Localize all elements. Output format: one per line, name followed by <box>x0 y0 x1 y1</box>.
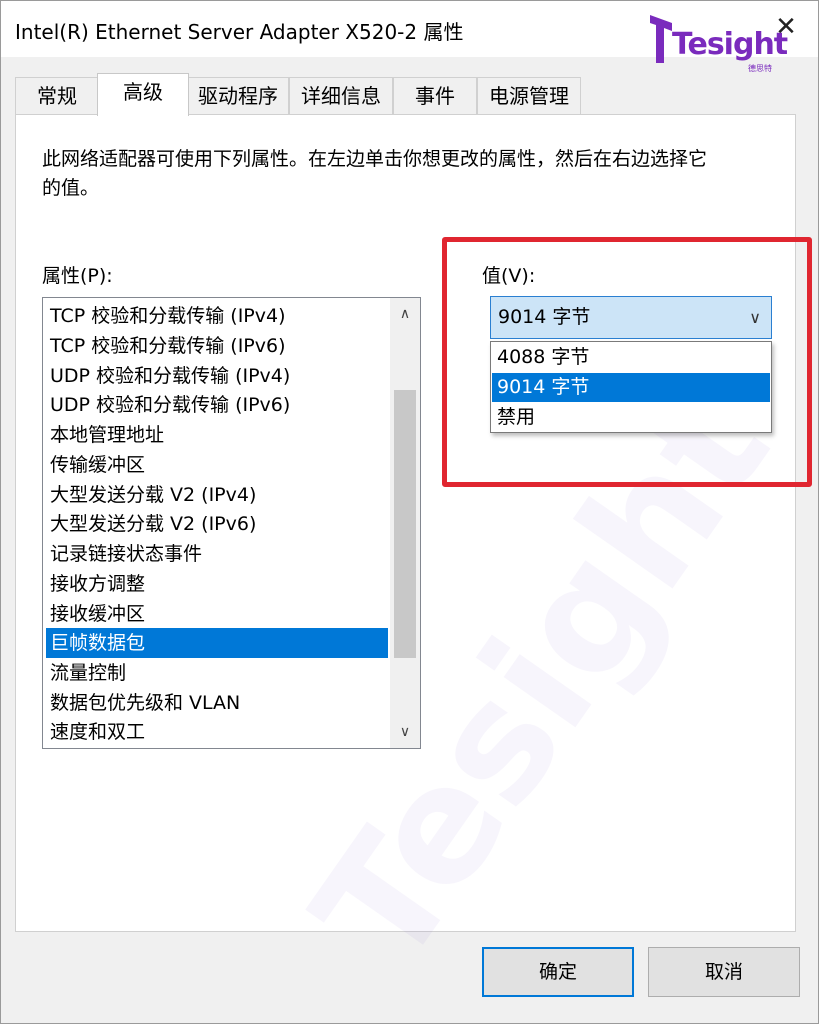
list-item[interactable]: 大型发送分载 V2 (IPv4) <box>46 480 388 510</box>
list-item[interactable]: 接收缓冲区 <box>46 599 388 629</box>
close-button[interactable]: ✕ <box>761 7 811 47</box>
tab-general[interactable]: 常规 <box>15 77 99 115</box>
list-item[interactable]: TCP 校验和分载传输 (IPv4) <box>46 301 388 331</box>
advanced-panel: Tesight 此网络适配器可使用下列属性。在左边单击你想更改的属性，然后在右边… <box>15 114 812 999</box>
list-item[interactable]: 接收方调整 <box>46 569 388 599</box>
tab-driver[interactable]: 驱动程序 <box>187 77 289 115</box>
scroll-thumb[interactable] <box>394 390 416 658</box>
tab-bar: 常规 高级 驱动程序 详细信息 事件 电源管理 <box>15 73 795 116</box>
cancel-button[interactable]: 取消 <box>648 947 800 997</box>
ok-button[interactable]: 确定 <box>482 947 634 997</box>
list-item-selected[interactable]: 巨帧数据包 <box>46 628 388 658</box>
tab-details[interactable]: 详细信息 <box>289 77 393 115</box>
list-item[interactable]: UDP 校验和分载传输 (IPv4) <box>46 361 388 391</box>
list-item[interactable]: 大型发送分载 V2 (IPv6) <box>46 509 388 539</box>
list-item[interactable]: 传输缓冲区 <box>46 450 388 480</box>
list-item[interactable]: UDP 校验和分载传输 (IPv6) <box>46 390 388 420</box>
list-item[interactable]: TCP 校验和分载传输 (IPv6) <box>46 331 388 361</box>
property-listbox[interactable]: TCP 校验和分载传输 (IPv4) TCP 校验和分载传输 (IPv6) UD… <box>42 297 421 749</box>
tab-events[interactable]: 事件 <box>393 77 477 115</box>
title-bar: Intel(R) Ethernet Server Adapter X520-2 … <box>1 1 818 73</box>
tesight-logo: Tesight 德思特 <box>646 9 788 75</box>
window-title: Intel(R) Ethernet Server Adapter X520-2 … <box>15 20 464 44</box>
tab-advanced[interactable]: 高级 <box>97 73 189 116</box>
chevron-up-icon[interactable]: ∧ <box>390 300 420 328</box>
chevron-down-icon[interactable]: ∨ <box>390 718 420 746</box>
list-item[interactable]: 记录链接状态事件 <box>46 539 388 569</box>
list-item[interactable]: 本地管理地址 <box>46 420 388 450</box>
description-text: 此网络适配器可使用下列属性。在左边单击你想更改的属性，然后在右边选择它的值。 <box>42 148 708 199</box>
list-item[interactable]: 速度和双工 <box>46 717 388 747</box>
tab-power-management[interactable]: 电源管理 <box>477 77 581 115</box>
list-scrollbar[interactable]: ∧ ∨ <box>390 298 420 748</box>
close-icon: ✕ <box>775 12 797 42</box>
annotation-highlight-box <box>442 237 812 487</box>
property-label: 属性(P): <box>42 265 113 287</box>
list-item[interactable]: 流量控制 <box>46 658 388 688</box>
list-item[interactable]: 数据包优先级和 VLAN <box>46 688 388 718</box>
properties-dialog: Intel(R) Ethernet Server Adapter X520-2 … <box>0 0 819 1024</box>
